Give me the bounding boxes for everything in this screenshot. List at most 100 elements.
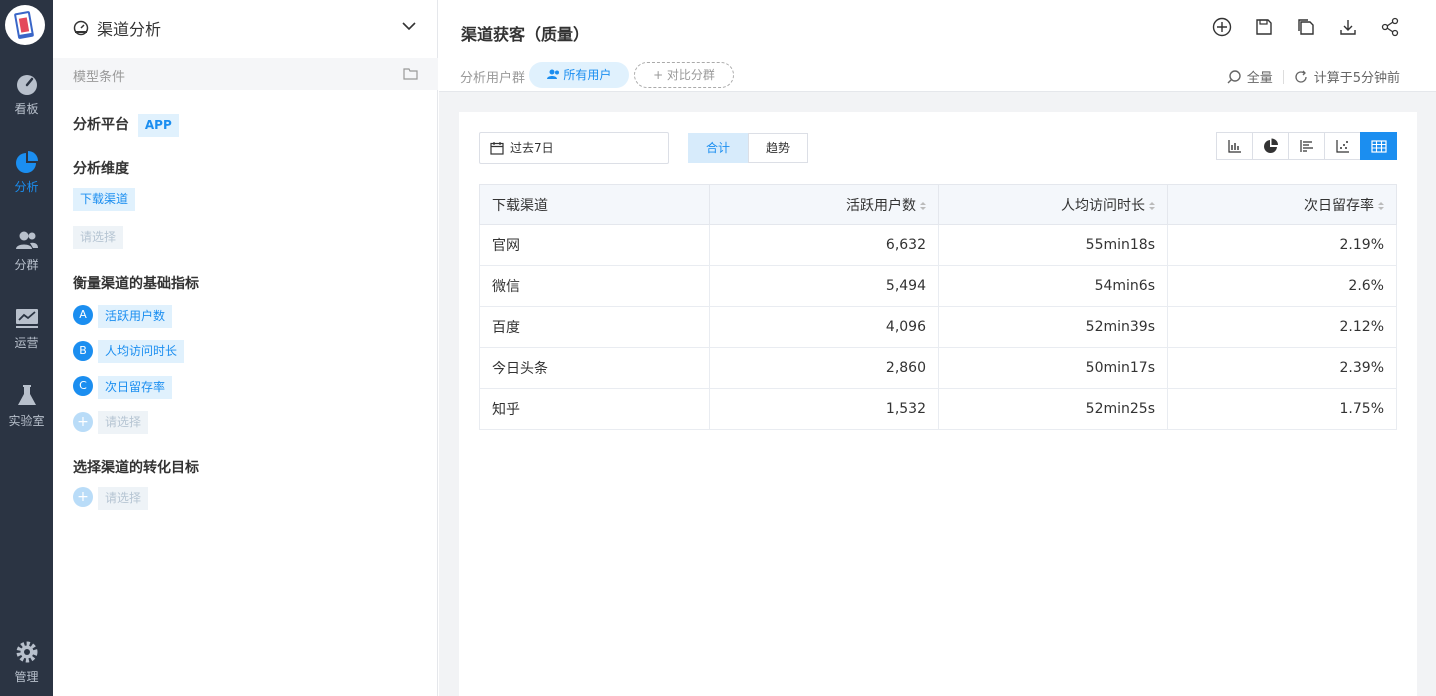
bar-chart-icon [1227, 140, 1241, 153]
cell-avg-duration: 54min6s [938, 265, 1168, 307]
metric-tag-c[interactable]: 次日留存率 [98, 376, 173, 399]
cell-channel: 知乎 [479, 388, 710, 430]
monitor-chart-icon [15, 309, 38, 328]
cell-active-users: 5,494 [709, 265, 939, 307]
model-icon [73, 20, 89, 36]
table-row: 今日头条 2,860 50min17s 2.39% [479, 347, 1397, 389]
sort-icon[interactable] [920, 201, 926, 211]
main-area: 渠道获客（质量） 分析用户群 所有用户 + 对比分群 全量 计算于5分钟前 过去… [439, 0, 1436, 696]
users-icon [15, 231, 38, 249]
header-actions [1212, 17, 1400, 37]
page-title: 渠道获客（质量） [461, 25, 590, 44]
chart-type-switcher [1216, 132, 1397, 160]
calendar-icon [490, 142, 504, 155]
table-row: 微信 5,494 54min6s 2.6% [479, 265, 1397, 307]
cell-channel: 百度 [479, 306, 710, 348]
folder-icon[interactable] [403, 67, 418, 80]
nav-operations-label: 运营 [14, 336, 39, 350]
horizontal-bar-icon [1299, 140, 1313, 152]
goal-title: 选择渠道的转化目标 [73, 460, 199, 476]
model-conditions-label: 模型条件 [73, 70, 126, 85]
dimension-placeholder[interactable]: 请选择 [73, 226, 124, 249]
nav-analysis-label: 分析 [14, 180, 39, 194]
logo-icon [14, 11, 34, 39]
metric-index-b: B [73, 341, 93, 361]
nav-segments-label: 分群 [14, 258, 39, 272]
add-circle-icon[interactable] [1212, 17, 1232, 37]
nav-dashboard-label: 看板 [14, 102, 39, 116]
cell-channel: 官网 [479, 224, 710, 266]
trend-toggle-button[interactable]: 趋势 [748, 133, 808, 163]
add-metric-icon[interactable]: + [73, 412, 93, 432]
table-view-button[interactable] [1360, 132, 1397, 160]
column-header-active-users[interactable]: 活跃用户数 [709, 184, 939, 225]
column-header-channel[interactable]: 下载渠道 [479, 184, 710, 225]
all-users-chip[interactable]: 所有用户 [529, 62, 629, 88]
date-range-picker[interactable]: 过去7日 [479, 132, 669, 164]
app-logo[interactable] [5, 5, 45, 45]
panel-title: 渠道分析 [97, 20, 162, 39]
nav-settings[interactable]: 管理 [0, 640, 53, 696]
horizontal-bar-button[interactable] [1288, 132, 1325, 160]
table-row: 官网 6,632 55min18s 2.19% [479, 224, 1397, 266]
add-goal-icon[interactable]: + [73, 487, 93, 507]
panel-header[interactable]: 渠道分析 [73, 16, 417, 40]
scope-label[interactable]: 全量 [1247, 67, 1273, 86]
cell-active-users: 2,860 [709, 347, 939, 389]
cell-retention: 1.75% [1167, 388, 1397, 430]
column-header-avg-duration[interactable]: 人均访问时长 [938, 184, 1168, 225]
search-icon[interactable] [1227, 69, 1241, 84]
bar-chart-button[interactable] [1216, 132, 1253, 160]
cell-active-users: 1,532 [709, 388, 939, 430]
save-icon[interactable] [1254, 17, 1274, 37]
cell-avg-duration: 50min17s [938, 347, 1168, 389]
result-card: 过去7日 合计 趋势 下载渠道 活跃用户数 人均访问时长 次日留存率 官网 6,… [459, 112, 1417, 696]
refresh-icon[interactable] [1294, 70, 1308, 84]
platform-label: 分析平台 [73, 117, 129, 133]
metric-tag-b[interactable]: 人均访问时长 [98, 340, 185, 363]
save-as-icon[interactable] [1296, 17, 1316, 37]
gear-icon [16, 641, 37, 663]
pie-chart-icon [1263, 138, 1278, 153]
dimension-tag[interactable]: 下载渠道 [73, 188, 136, 211]
nav-rail: 看板 分析 分群 运营 实验室 管理 [0, 0, 53, 696]
cell-retention: 2.6% [1167, 265, 1397, 307]
column-header-avg-duration-label: 人均访问时长 [1061, 197, 1145, 214]
table-icon [1370, 139, 1387, 153]
download-icon[interactable] [1338, 17, 1358, 37]
cell-active-users: 6,632 [709, 224, 939, 266]
share-icon[interactable] [1380, 17, 1400, 37]
flask-icon [17, 385, 36, 405]
model-conditions-bar[interactable]: 模型条件 [53, 58, 438, 90]
header-info: 全量 计算于5分钟前 [1227, 67, 1400, 86]
segment-label: 分析用户群 [460, 71, 526, 86]
pie-chart-icon [15, 151, 38, 173]
metric-index-a: A [73, 305, 93, 325]
top-bar: 渠道获客（质量） 分析用户群 所有用户 + 对比分群 全量 计算于5分钟前 [439, 0, 1436, 92]
metric-index-c: C [73, 376, 93, 396]
sort-icon[interactable] [1378, 201, 1384, 211]
metric-placeholder[interactable]: 请选择 [98, 411, 149, 434]
column-header-retention[interactable]: 次日留存率 [1167, 184, 1397, 225]
total-toggle-button[interactable]: 合计 [688, 133, 748, 163]
nav-settings-label: 管理 [14, 670, 39, 684]
platform-tag[interactable]: APP [137, 114, 179, 137]
nav-operations[interactable]: 运营 [0, 306, 53, 366]
nav-analysis[interactable]: 分析 [0, 150, 53, 210]
nav-lab-label: 实验室 [8, 414, 45, 428]
computed-time: 计算于5分钟前 [1313, 71, 1400, 86]
scatter-icon [1335, 140, 1349, 153]
goal-placeholder[interactable]: 请选择 [98, 487, 149, 510]
scatter-button[interactable] [1324, 132, 1361, 160]
nav-segments[interactable]: 分群 [0, 228, 53, 288]
cell-channel: 微信 [479, 265, 710, 307]
metric-tag-a[interactable]: 活跃用户数 [98, 305, 173, 328]
pie-chart-button[interactable] [1252, 132, 1289, 160]
nav-lab[interactable]: 实验室 [0, 384, 53, 444]
sort-icon[interactable] [1149, 201, 1155, 211]
config-panel: 渠道分析 模型条件 分析平台 APP 分析维度 下载渠道 请选择 衡量渠道的基础… [53, 0, 438, 696]
date-range-value: 过去7日 [510, 141, 554, 155]
nav-dashboard[interactable]: 看板 [0, 72, 53, 132]
chevron-down-icon[interactable] [401, 18, 417, 34]
compare-segment-button[interactable]: + 对比分群 [634, 62, 734, 88]
